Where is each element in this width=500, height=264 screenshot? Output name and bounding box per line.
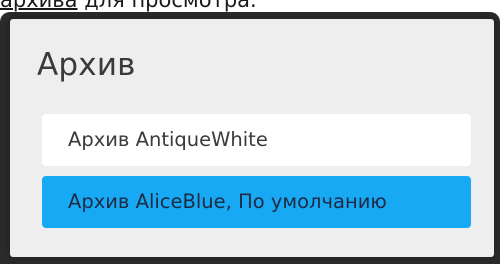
caption-link-archive: архива (0, 0, 78, 12)
screenshot-page: архива для просмотра. Архив Архив Antiqu… (0, 0, 500, 264)
archive-option-label: Архив AntiqueWhite (68, 128, 268, 151)
archive-option-label: Архив AliceBlue, По умолчанию (68, 190, 387, 213)
archive-option-aliceblue-default[interactable]: Архив AliceBlue, По умолчанию (42, 176, 471, 228)
dialog-title: Архив (37, 47, 136, 83)
archive-option-antiquewhite[interactable]: Архив AntiqueWhite (42, 114, 471, 166)
caption-text: архива для просмотра. (0, 0, 257, 12)
caption-rest: для просмотра. (77, 0, 257, 12)
archive-dialog: Архив Архив AntiqueWhite Архив AliceBlue… (10, 19, 494, 257)
